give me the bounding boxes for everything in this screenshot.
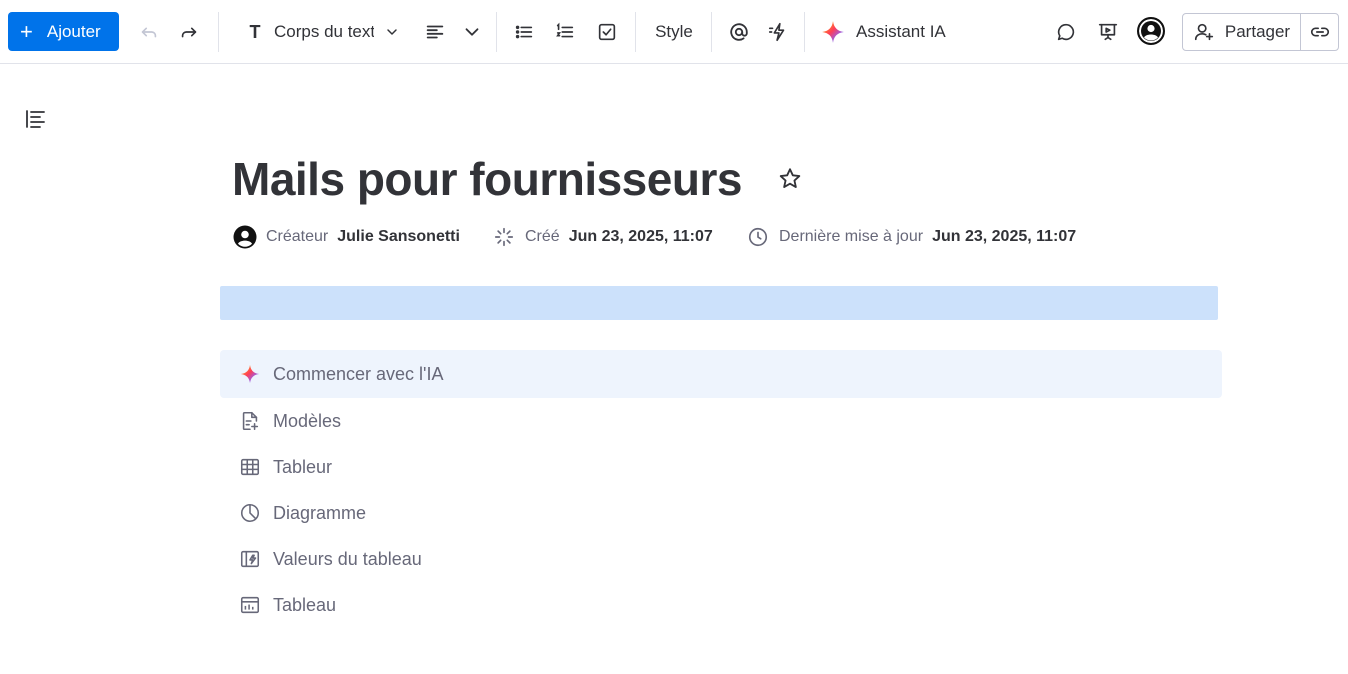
toolbar-divider [711,12,712,52]
menu-item-templates[interactable]: Modèles [220,398,1222,444]
table-of-contents-icon [26,110,45,128]
insert-menu: Commencer avec l'IA Modèles Tableur Diag… [220,350,1222,628]
align-left-icon [426,25,444,39]
menu-item-label: Modèles [273,410,342,431]
toolbar-divider [218,12,219,52]
updated-info: Dernière mise à jour Jun 23, 2025, 11:07 [746,224,1076,250]
top-toolbar: + Ajouter T Corps du texte Style Assista… [0,0,1348,64]
pie-chart-icon [239,502,261,524]
toolbar-divider [635,12,636,52]
add-button-label: Ajouter [46,21,101,41]
selected-empty-block[interactable] [220,286,1218,320]
created-label: Créé [525,228,560,245]
present-button[interactable] [1092,16,1124,48]
sparkle-icon [822,21,844,43]
share-button-label: Partager [1224,22,1291,41]
table-of-contents-button[interactable] [24,108,48,130]
add-user-icon [1194,23,1213,41]
creator-info: Créateur Julie Sansonetti [233,224,460,250]
copy-link-button[interactable] [1300,13,1339,51]
mention-button[interactable] [723,16,755,48]
favorite-button[interactable] [777,166,803,192]
star-icon [779,168,801,188]
template-icon [239,410,261,432]
chevron-down-icon [465,28,479,36]
menu-item-label: Diagramme [273,502,367,523]
style-button[interactable]: Style [650,16,698,48]
undo-icon [141,27,157,38]
text-type-icon: T [249,21,261,42]
menu-item-start-with-ai[interactable]: Commencer avec l'IA [220,350,1222,398]
user-avatar[interactable] [1137,17,1165,45]
loading-spinner-icon [492,225,516,249]
bullet-list-icon [515,25,533,39]
menu-item-spreadsheet[interactable]: Tableur [220,444,1222,490]
menu-item-chart[interactable]: Diagramme [220,490,1222,536]
align-button[interactable] [419,16,451,48]
toolbar-divider [496,12,497,52]
checklist-button[interactable] [591,16,623,48]
bullet-list-button[interactable] [508,16,540,48]
numbered-list-icon [556,22,574,38]
menu-item-label: Valeurs du tableau [273,548,422,569]
checkbox-icon [598,23,616,41]
numbered-list-button[interactable] [549,16,581,48]
board-values-icon [239,548,261,570]
text-style-label: Corps du texte [274,22,374,41]
updated-date: Jun 23, 2025, 11:07 [932,228,1077,245]
link-icon [1310,27,1329,37]
plus-icon: + [20,18,33,44]
user-avatar-icon [1139,19,1163,43]
automation-button[interactable] [762,16,794,48]
menu-item-label: Tableur [273,456,333,477]
toolbar-divider [804,12,805,52]
created-date: Jun 23, 2025, 11:07 [568,228,713,245]
align-dropdown-button[interactable] [456,16,488,48]
user-circle-icon [233,225,257,249]
chevron-down-icon [387,29,397,35]
menu-item-label: Commencer avec l'IA [273,363,444,384]
grid-icon [239,456,261,478]
ai-assistant-label: Assistant IA [856,22,946,41]
sparkle-icon [239,363,261,385]
chat-bubble-icon [1057,23,1075,41]
creator-name: Julie Sansonetti [337,228,460,245]
presentation-icon [1098,23,1118,41]
creator-label: Créateur [266,228,329,245]
redo-button[interactable] [173,16,205,48]
text-style-dropdown[interactable]: T Corps du texte [246,16,406,48]
lightning-icon [768,22,785,42]
share-button[interactable]: Partager [1182,13,1301,51]
comments-button[interactable] [1050,16,1082,48]
board-icon [239,594,261,616]
menu-item-label: Tableau [273,594,337,615]
clock-icon [746,225,770,249]
add-button[interactable]: + Ajouter [8,12,119,51]
page-title: Mails pour fournisseurs [232,153,742,205]
updated-label: Dernière mise à jour [779,228,924,245]
menu-item-board-values[interactable]: Valeurs du tableau [220,536,1222,582]
created-info: Créé Jun 23, 2025, 11:07 [492,224,713,250]
redo-icon [181,27,197,38]
at-sign-icon [730,23,748,41]
ai-assistant-button[interactable]: Assistant IA [820,16,946,48]
menu-item-board[interactable]: Tableau [220,582,1222,628]
undo-button[interactable] [133,16,165,48]
